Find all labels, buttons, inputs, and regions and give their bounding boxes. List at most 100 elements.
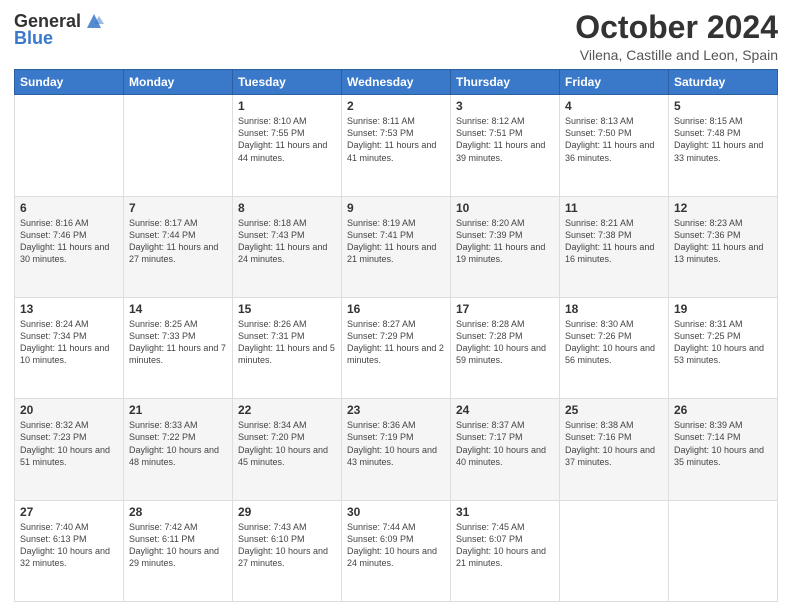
day-number: 5 — [674, 99, 772, 113]
day-number: 21 — [129, 403, 227, 417]
day-number: 15 — [238, 302, 336, 316]
col-header-sunday: Sunday — [15, 70, 124, 95]
calendar-day: 16Sunrise: 8:27 AM Sunset: 7:29 PM Dayli… — [342, 297, 451, 398]
logo-icon — [83, 10, 105, 32]
day-info: Sunrise: 8:34 AM Sunset: 7:20 PM Dayligh… — [238, 419, 336, 468]
day-info: Sunrise: 8:21 AM Sunset: 7:38 PM Dayligh… — [565, 217, 663, 266]
day-info: Sunrise: 8:25 AM Sunset: 7:33 PM Dayligh… — [129, 318, 227, 367]
calendar-day: 25Sunrise: 8:38 AM Sunset: 7:16 PM Dayli… — [560, 399, 669, 500]
title-block: October 2024 Vilena, Castille and Leon, … — [575, 10, 778, 63]
day-info: Sunrise: 8:16 AM Sunset: 7:46 PM Dayligh… — [20, 217, 118, 266]
logo-blue: Blue — [14, 28, 53, 49]
calendar-day: 9 Sunrise: 8:19 AM Sunset: 7:41 PM Daylig… — [342, 196, 451, 297]
calendar-day: 23Sunrise: 8:36 AM Sunset: 7:19 PM Dayli… — [342, 399, 451, 500]
calendar-day: 31 Sunrise: 7:45 AM Sunset: 6:07 PM Dayli… — [451, 500, 560, 601]
day-number: 11 — [565, 201, 663, 215]
day-info: Sunrise: 8:13 AM Sunset: 7:50 PM Dayligh… — [565, 115, 663, 164]
calendar-week-5: 27Sunrise: 7:40 AM Sunset: 6:13 PM Dayli… — [15, 500, 778, 601]
day-info: Sunrise: 7:44 AM Sunset: 6:09 PM Dayligh… — [347, 521, 445, 570]
calendar-day: 24 Sunrise: 8:37 AM Sunset: 7:17 PM Dayli… — [451, 399, 560, 500]
day-info: Sunrise: 8:28 AM Sunset: 7:28 PM Dayligh… — [456, 318, 554, 367]
day-info: Sunrise: 8:19 AM Sunset: 7:41 PM Dayligh… — [347, 217, 445, 266]
calendar-day: 30 Sunrise: 7:44 AM Sunset: 6:09 PM Dayli… — [342, 500, 451, 601]
day-info: Sunrise: 8:11 AM Sunset: 7:53 PM Dayligh… — [347, 115, 445, 164]
day-info: Sunrise: 8:32 AM Sunset: 7:23 PM Dayligh… — [20, 419, 118, 468]
calendar-day: 6Sunrise: 8:16 AM Sunset: 7:46 PM Daylig… — [15, 196, 124, 297]
day-number: 8 — [238, 201, 336, 215]
calendar-day: 10 Sunrise: 8:20 AM Sunset: 7:39 PM Dayli… — [451, 196, 560, 297]
calendar-week-2: 6Sunrise: 8:16 AM Sunset: 7:46 PM Daylig… — [15, 196, 778, 297]
day-number: 30 — [347, 505, 445, 519]
col-header-saturday: Saturday — [669, 70, 778, 95]
day-number: 17 — [456, 302, 554, 316]
calendar-day: 7 Sunrise: 8:17 AM Sunset: 7:44 PM Daylig… — [124, 196, 233, 297]
day-info: Sunrise: 8:26 AM Sunset: 7:31 PM Dayligh… — [238, 318, 336, 367]
day-number: 20 — [20, 403, 118, 417]
col-header-wednesday: Wednesday — [342, 70, 451, 95]
day-number: 26 — [674, 403, 772, 417]
day-info: Sunrise: 8:39 AM Sunset: 7:14 PM Dayligh… — [674, 419, 772, 468]
calendar-week-1: 1Sunrise: 8:10 AM Sunset: 7:55 PM Daylig… — [15, 95, 778, 196]
day-info: Sunrise: 8:12 AM Sunset: 7:51 PM Dayligh… — [456, 115, 554, 164]
calendar-day: 14 Sunrise: 8:25 AM Sunset: 7:33 PM Dayli… — [124, 297, 233, 398]
calendar-day: 28 Sunrise: 7:42 AM Sunset: 6:11 PM Dayli… — [124, 500, 233, 601]
calendar-day: 26 Sunrise: 8:39 AM Sunset: 7:14 PM Dayli… — [669, 399, 778, 500]
day-number: 12 — [674, 201, 772, 215]
calendar-day: 21 Sunrise: 8:33 AM Sunset: 7:22 PM Dayli… — [124, 399, 233, 500]
day-number: 4 — [565, 99, 663, 113]
day-info: Sunrise: 7:40 AM Sunset: 6:13 PM Dayligh… — [20, 521, 118, 570]
day-info: Sunrise: 7:45 AM Sunset: 6:07 PM Dayligh… — [456, 521, 554, 570]
day-number: 14 — [129, 302, 227, 316]
calendar-day — [15, 95, 124, 196]
calendar-day: 20 Sunrise: 8:32 AM Sunset: 7:23 PM Dayli… — [15, 399, 124, 500]
calendar-day: 18Sunrise: 8:30 AM Sunset: 7:26 PM Dayli… — [560, 297, 669, 398]
day-info: Sunrise: 8:15 AM Sunset: 7:48 PM Dayligh… — [674, 115, 772, 164]
calendar-day: 5 Sunrise: 8:15 AM Sunset: 7:48 PM Daylig… — [669, 95, 778, 196]
day-info: Sunrise: 8:17 AM Sunset: 7:44 PM Dayligh… — [129, 217, 227, 266]
day-info: Sunrise: 8:31 AM Sunset: 7:25 PM Dayligh… — [674, 318, 772, 367]
calendar-day: 15 Sunrise: 8:26 AM Sunset: 7:31 PM Dayli… — [233, 297, 342, 398]
day-number: 18 — [565, 302, 663, 316]
day-info: Sunrise: 8:23 AM Sunset: 7:36 PM Dayligh… — [674, 217, 772, 266]
calendar-table: SundayMondayTuesdayWednesdayThursdayFrid… — [14, 69, 778, 602]
day-number: 10 — [456, 201, 554, 215]
calendar-day: 11 Sunrise: 8:21 AM Sunset: 7:38 PM Dayli… — [560, 196, 669, 297]
day-info: Sunrise: 8:24 AM Sunset: 7:34 PM Dayligh… — [20, 318, 118, 367]
calendar-day — [669, 500, 778, 601]
day-info: Sunrise: 8:20 AM Sunset: 7:39 PM Dayligh… — [456, 217, 554, 266]
day-info: Sunrise: 8:37 AM Sunset: 7:17 PM Dayligh… — [456, 419, 554, 468]
calendar-day: 3 Sunrise: 8:12 AM Sunset: 7:51 PM Daylig… — [451, 95, 560, 196]
day-number: 2 — [347, 99, 445, 113]
day-number: 28 — [129, 505, 227, 519]
col-header-friday: Friday — [560, 70, 669, 95]
day-info: Sunrise: 7:42 AM Sunset: 6:11 PM Dayligh… — [129, 521, 227, 570]
calendar-day: 17 Sunrise: 8:28 AM Sunset: 7:28 PM Dayli… — [451, 297, 560, 398]
calendar-day: 27Sunrise: 7:40 AM Sunset: 6:13 PM Dayli… — [15, 500, 124, 601]
calendar-day: 12 Sunrise: 8:23 AM Sunset: 7:36 PM Dayli… — [669, 196, 778, 297]
day-number: 7 — [129, 201, 227, 215]
day-number: 3 — [456, 99, 554, 113]
logo: General Blue — [14, 10, 105, 49]
day-info: Sunrise: 8:36 AM Sunset: 7:19 PM Dayligh… — [347, 419, 445, 468]
calendar-week-4: 20 Sunrise: 8:32 AM Sunset: 7:23 PM Dayli… — [15, 399, 778, 500]
calendar-day — [560, 500, 669, 601]
day-info: Sunrise: 7:43 AM Sunset: 6:10 PM Dayligh… — [238, 521, 336, 570]
day-number: 31 — [456, 505, 554, 519]
page: General Blue October 2024 Vilena, Castil… — [0, 0, 792, 612]
day-info: Sunrise: 8:33 AM Sunset: 7:22 PM Dayligh… — [129, 419, 227, 468]
calendar-day: 29 Sunrise: 7:43 AM Sunset: 6:10 PM Dayli… — [233, 500, 342, 601]
day-number: 29 — [238, 505, 336, 519]
day-number: 9 — [347, 201, 445, 215]
calendar-day: 4 Sunrise: 8:13 AM Sunset: 7:50 PM Daylig… — [560, 95, 669, 196]
day-number: 24 — [456, 403, 554, 417]
day-info: Sunrise: 8:18 AM Sunset: 7:43 PM Dayligh… — [238, 217, 336, 266]
day-info: Sunrise: 8:38 AM Sunset: 7:16 PM Dayligh… — [565, 419, 663, 468]
calendar-day: 1Sunrise: 8:10 AM Sunset: 7:55 PM Daylig… — [233, 95, 342, 196]
main-title: October 2024 — [575, 10, 778, 45]
subtitle: Vilena, Castille and Leon, Spain — [575, 47, 778, 63]
day-number: 19 — [674, 302, 772, 316]
calendar-day — [124, 95, 233, 196]
calendar-day: 13Sunrise: 8:24 AM Sunset: 7:34 PM Dayli… — [15, 297, 124, 398]
calendar-week-3: 13Sunrise: 8:24 AM Sunset: 7:34 PM Dayli… — [15, 297, 778, 398]
col-header-tuesday: Tuesday — [233, 70, 342, 95]
